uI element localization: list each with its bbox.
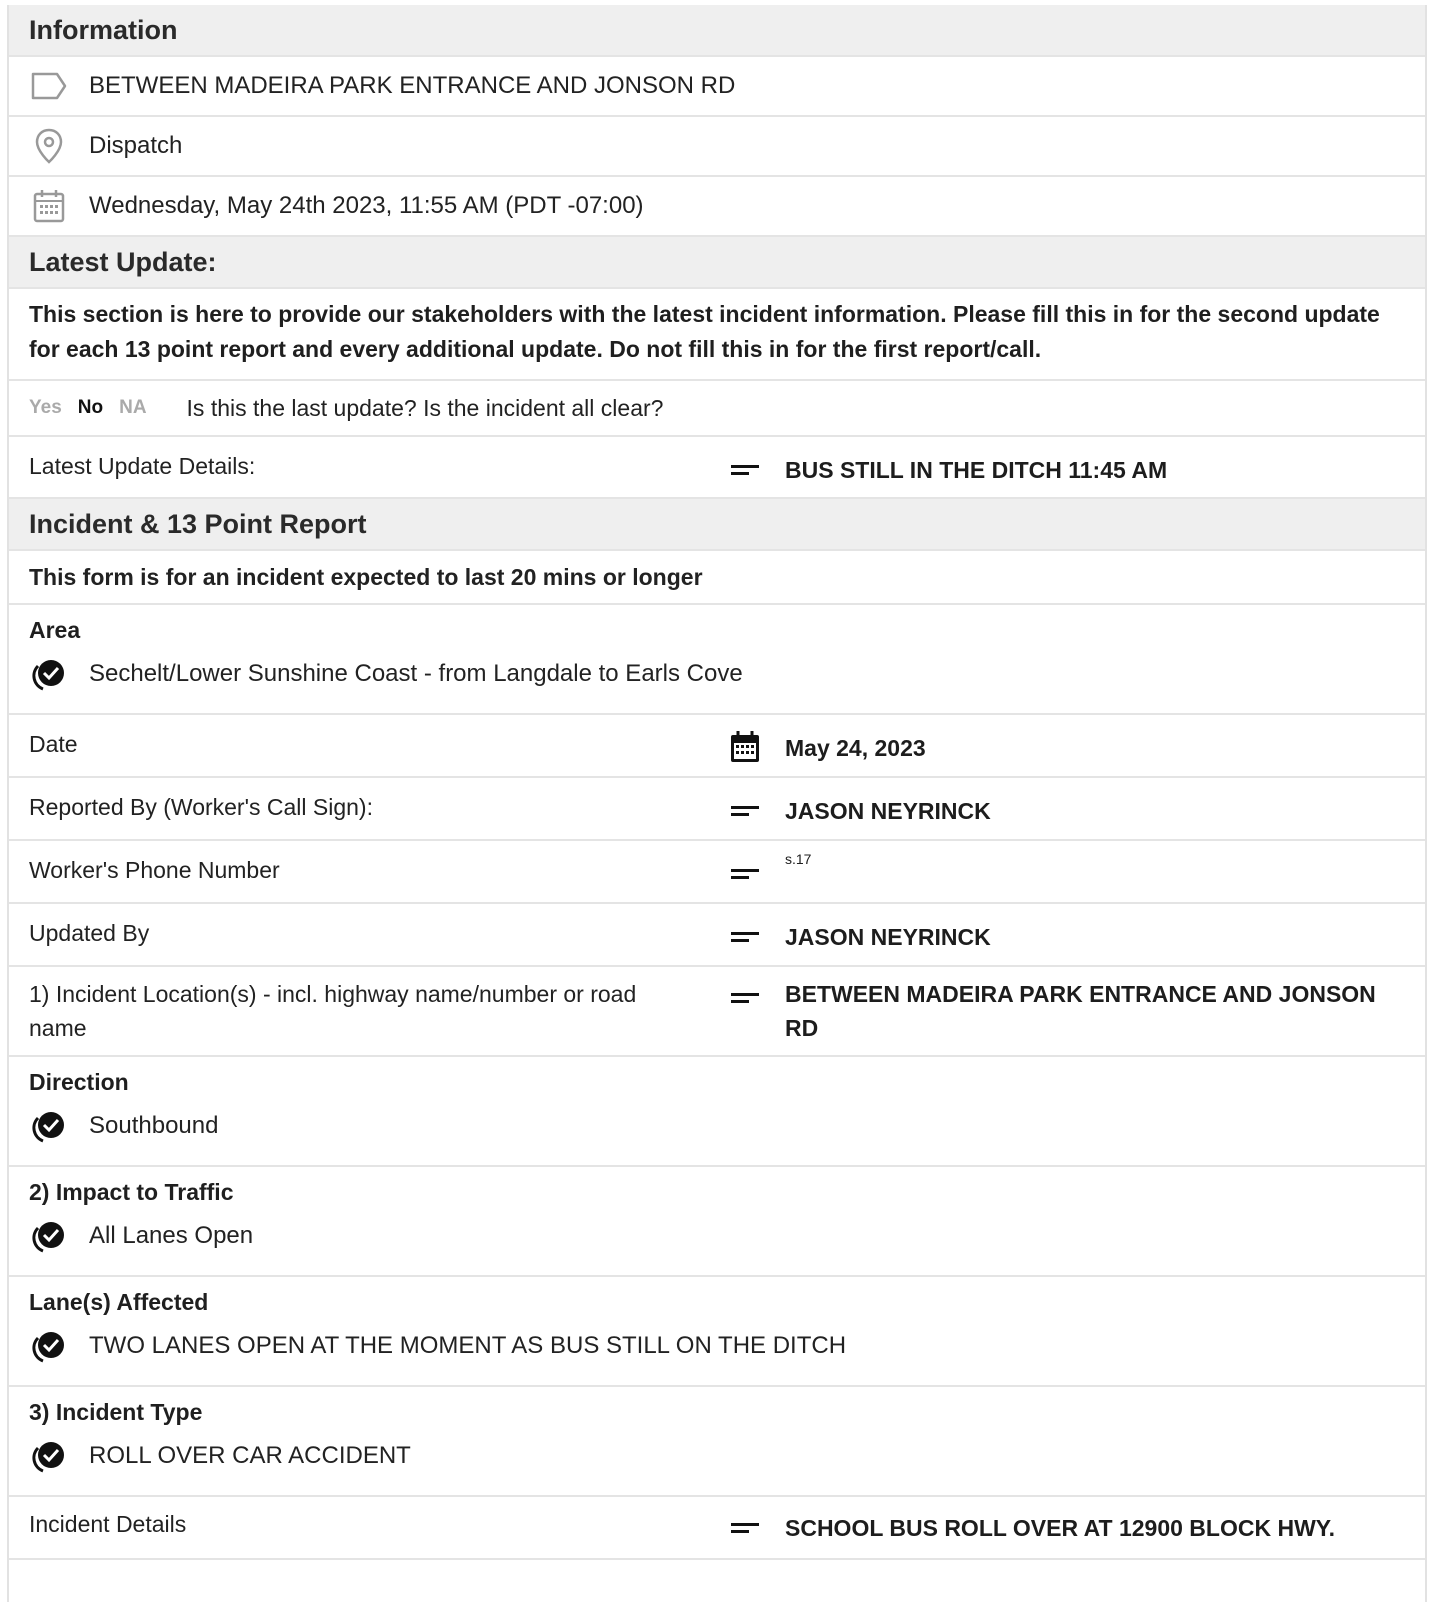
latest-update-details-label: Latest Update Details: <box>29 453 256 479</box>
incident-report-title: Incident & 13 Point Report <box>29 508 367 539</box>
lanes-option: TWO LANES OPEN AT THE MOMENT AS BUS STIL… <box>29 1328 1405 1364</box>
yes-option[interactable]: Yes <box>29 397 62 419</box>
phone-label: Worker's Phone Number <box>29 857 280 883</box>
text-lines-icon <box>729 857 785 891</box>
check-circle-icon <box>29 1108 69 1144</box>
text-lines-icon <box>729 981 785 1015</box>
info-datetime-row: Wednesday, May 24th 2023, 11:55 AM (PDT … <box>9 177 1425 237</box>
incident-location-row: 1) Incident Location(s) - incl. highway … <box>9 967 1425 1057</box>
na-option[interactable]: NA <box>119 397 146 419</box>
phone-row: Worker's Phone Number s.17 <box>9 841 1425 904</box>
check-circle-icon <box>29 1438 69 1474</box>
latest-update-details-row: Latest Update Details: BUS STILL IN THE … <box>9 437 1425 499</box>
reported-by-value: JASON NEYRINCK <box>785 798 991 824</box>
last-update-question-row: Yes No NA Is this the last update? Is th… <box>9 381 1425 437</box>
updated-by-value: JASON NEYRINCK <box>785 924 991 950</box>
text-lines-icon <box>729 1511 785 1545</box>
impact-label: 2) Impact to Traffic <box>29 1179 234 1205</box>
report-form: Information BETWEEN MADEIRA PARK ENTRANC… <box>7 5 1427 1602</box>
incident-location-value: BETWEEN MADEIRA PARK ENTRANCE AND JONSON… <box>785 981 1376 1041</box>
incident-details-value: SCHOOL BUS ROLL OVER AT 12900 BLOCK HWY. <box>785 1515 1335 1541</box>
date-label: Date <box>29 731 78 757</box>
area-row: Area Sechelt/Lower Sunshine Coast - from… <box>9 605 1425 715</box>
info-place-text: Dispatch <box>89 132 183 159</box>
info-location-row: BETWEEN MADEIRA PARK ENTRANCE AND JONSON… <box>9 57 1425 117</box>
direction-row: Direction Southbound <box>9 1057 1425 1167</box>
direction-option: Southbound <box>29 1108 1405 1144</box>
map-pin-icon <box>29 126 69 166</box>
direction-value: Southbound <box>89 1112 219 1139</box>
info-place-row: Dispatch <box>9 117 1425 177</box>
info-datetime-text: Wednesday, May 24th 2023, 11:55 AM (PDT … <box>89 192 644 219</box>
impact-option: All Lanes Open <box>29 1218 1405 1254</box>
impact-row: 2) Impact to Traffic All Lanes Open <box>9 1167 1425 1277</box>
incident-report-header: Incident & 13 Point Report <box>9 499 1425 551</box>
lanes-label: Lane(s) Affected <box>29 1289 209 1315</box>
text-lines-icon <box>729 794 785 828</box>
latest-update-header: Latest Update: <box>9 237 1425 289</box>
incident-type-row: 3) Incident Type ROLL OVER CAR ACCIDENT <box>9 1387 1425 1497</box>
reported-by-row: Reported By (Worker's Call Sign): JASON … <box>9 778 1425 841</box>
phone-value: s.17 <box>785 851 812 867</box>
check-circle-icon <box>29 656 69 692</box>
area-value: Sechelt/Lower Sunshine Coast - from Lang… <box>89 660 743 687</box>
last-update-question: Is this the last update? Is the incident… <box>186 394 664 421</box>
updated-by-label: Updated By <box>29 920 150 946</box>
incident-type-label: 3) Incident Type <box>29 1399 203 1425</box>
area-option: Sechelt/Lower Sunshine Coast - from Lang… <box>29 656 1405 692</box>
incident-details-row: Incident Details SCHOOL BUS ROLL OVER AT… <box>9 1497 1425 1560</box>
text-lines-icon <box>729 920 785 954</box>
tag-icon <box>29 66 69 106</box>
incident-location-label: 1) Incident Location(s) - incl. highway … <box>29 981 637 1041</box>
date-value: May 24, 2023 <box>785 735 926 761</box>
direction-label: Direction <box>29 1069 129 1095</box>
text-lines-icon <box>729 453 785 487</box>
lanes-row: Lane(s) Affected TWO LANES OPEN AT THE M… <box>9 1277 1425 1387</box>
incident-details-label: Incident Details <box>29 1511 187 1537</box>
incident-type-value: ROLL OVER CAR ACCIDENT <box>89 1442 411 1469</box>
information-title: Information <box>29 14 178 45</box>
latest-update-details-value: BUS STILL IN THE DITCH 11:45 AM <box>785 457 1168 483</box>
incident-type-option: ROLL OVER CAR ACCIDENT <box>29 1438 1405 1474</box>
information-header: Information <box>9 5 1425 57</box>
no-option[interactable]: No <box>78 397 103 419</box>
calendar-icon <box>729 727 785 767</box>
reported-by-label: Reported By (Worker's Call Sign): <box>29 794 373 820</box>
check-circle-icon <box>29 1328 69 1364</box>
check-circle-icon <box>29 1218 69 1254</box>
updated-by-row: Updated By JASON NEYRINCK <box>9 904 1425 967</box>
info-location-text: BETWEEN MADEIRA PARK ENTRANCE AND JONSON… <box>89 72 736 99</box>
form-note-text: This form is for an incident expected to… <box>29 563 703 590</box>
form-note-row: This form is for an incident expected to… <box>9 551 1425 605</box>
area-label: Area <box>29 617 81 643</box>
date-row: Date May 24, 2023 <box>9 715 1425 778</box>
lanes-value: TWO LANES OPEN AT THE MOMENT AS BUS STIL… <box>89 1332 847 1359</box>
latest-update-title: Latest Update: <box>29 246 217 277</box>
calendar-outline-icon <box>29 186 69 226</box>
impact-value: All Lanes Open <box>89 1222 254 1249</box>
latest-update-description: This section is here to provide our stak… <box>9 289 1425 381</box>
